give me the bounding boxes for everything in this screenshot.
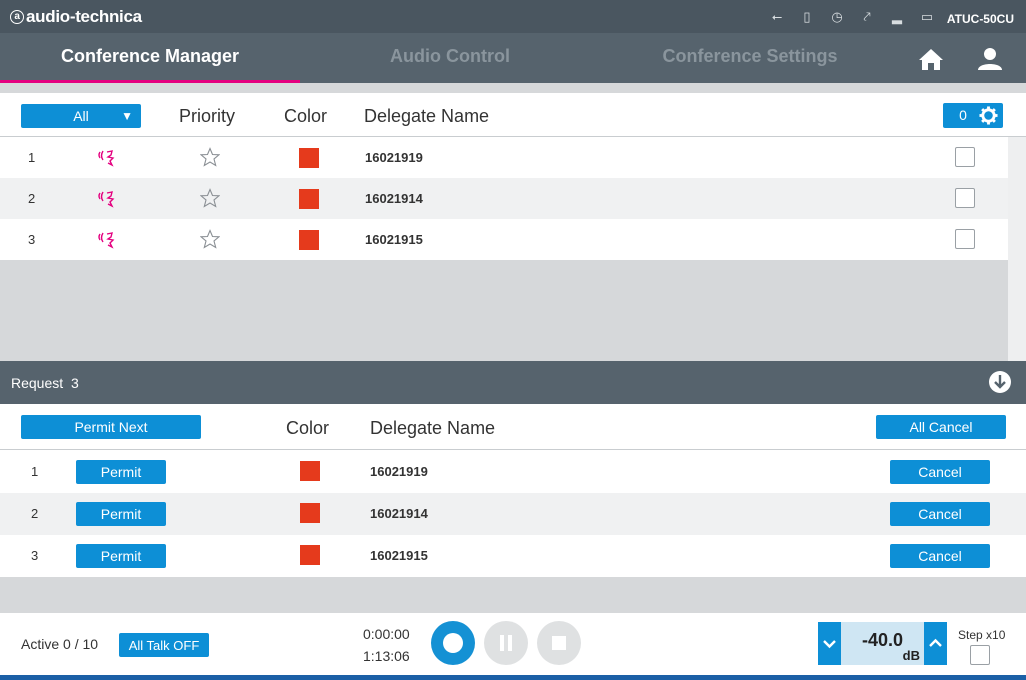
active-count: Active 0 / 10 <box>21 636 99 652</box>
delegate-color-swatch <box>299 230 319 250</box>
delegate-name: 16021919 <box>365 150 423 165</box>
audio-technica-logo-icon: a <box>10 10 24 24</box>
arrow-down-circle-icon[interactable] <box>988 370 1012 394</box>
request-color-swatch <box>300 461 320 481</box>
stop-icon <box>552 636 566 650</box>
permit-button[interactable]: Permit <box>76 544 166 568</box>
delegate-color-swatch <box>299 148 319 168</box>
signal-icon: ▂ <box>892 9 902 24</box>
elapsed-time: 0:00:00 <box>363 626 410 642</box>
request-row-number: 2 <box>31 506 39 521</box>
home-icon[interactable] <box>916 45 946 75</box>
selection-settings-button[interactable]: 0 <box>943 103 1003 128</box>
battery-icon: ▭ <box>920 9 934 24</box>
chevron-down-icon: ▼ <box>121 109 133 123</box>
chevron-up-icon <box>929 638 942 647</box>
delegate-select-checkbox[interactable] <box>955 188 975 208</box>
permit-button[interactable]: Permit <box>76 460 166 484</box>
remaining-time: 1:13:06 <box>363 648 410 664</box>
request-row-number: 1 <box>31 464 39 479</box>
delegate-list-empty-area <box>0 260 1008 361</box>
delegate-row[interactable]: 2 16021914 <box>0 178 1008 219</box>
request-color-swatch <box>300 503 320 523</box>
app-window: a audio-technica ⭠ ▯ ◷ ⤤ ▂ ▭ ATUC-50CU C… <box>0 0 1026 680</box>
talk-request-icon <box>98 150 115 167</box>
request-list-empty-area <box>0 577 1026 613</box>
pause-button[interactable] <box>484 621 528 665</box>
request-bar: Request 3 <box>0 361 1026 404</box>
color-column-header: Color <box>284 106 328 126</box>
row-number: 3 <box>28 232 36 247</box>
request-list-header: Permit Next Color Delegate Name All Canc… <box>0 404 1026 450</box>
all-talk-off-button[interactable]: All Talk OFF <box>119 633 209 657</box>
request-row: 1 Permit 16021919 Cancel <box>0 451 1026 493</box>
level-up-button[interactable] <box>924 622 947 665</box>
row-number: 1 <box>28 150 36 165</box>
talk-request-icon <box>98 232 115 249</box>
delegate-name: 16021915 <box>365 232 423 247</box>
delegate-color-swatch <box>299 189 319 209</box>
delegate-select-checkbox[interactable] <box>955 147 975 167</box>
priority-star-icon[interactable] <box>200 188 220 208</box>
gear-icon <box>979 106 998 125</box>
delegate-name: 16021914 <box>365 191 423 206</box>
request-delegate-name-column-header: Delegate Name <box>370 418 496 438</box>
delegate-name-column-header: Delegate Name <box>364 106 490 126</box>
request-delegate-name: 16021914 <box>370 506 428 521</box>
request-count: 3 <box>71 375 79 391</box>
step-x10-label: Step x10 <box>958 628 1006 642</box>
status-icons: ⭠ ▯ ◷ ⤤ ▂ ▭ <box>768 9 936 25</box>
taskbar-edge <box>0 675 1026 680</box>
chevron-down-icon <box>823 640 836 649</box>
delegate-list-header: All ▼ Priority Color Delegate Name 0 <box>0 93 1026 137</box>
device-model: ATUC-50CU <box>946 12 1014 26</box>
request-row: 3 Permit 16021915 Cancel <box>0 535 1026 577</box>
permit-next-button[interactable]: Permit Next <box>21 415 201 439</box>
record-button[interactable] <box>431 621 475 665</box>
master-level-display: -40.0 dB <box>841 622 924 665</box>
pause-icon <box>500 635 512 651</box>
request-delegate-name: 16021919 <box>370 464 428 479</box>
brand-name: audio-technica <box>26 7 142 26</box>
request-color-column-header: Color <box>286 418 330 438</box>
level-down-button[interactable] <box>818 622 841 665</box>
usb-icon: ⭠ <box>771 9 783 24</box>
tab-bar: Conference Manager Audio Control Confere… <box>0 33 1026 83</box>
filter-select-value: All <box>73 108 89 124</box>
request-label: Request <box>11 375 64 391</box>
tab-audio-control[interactable]: Audio Control <box>300 33 600 83</box>
request-row: 2 Permit 16021914 Cancel <box>0 493 1026 535</box>
brand-logo: a audio-technica <box>10 7 142 27</box>
selected-count: 0 <box>959 107 967 123</box>
antenna-icon: ⤤ <box>863 9 871 24</box>
request-color-swatch <box>300 545 320 565</box>
sd-card-icon: ▯ <box>803 9 811 24</box>
cancel-button[interactable]: Cancel <box>890 460 990 484</box>
filter-select[interactable]: All ▼ <box>21 104 141 128</box>
tab-conference-settings[interactable]: Conference Settings <box>600 33 900 83</box>
tab-conference-manager[interactable]: Conference Manager <box>0 33 300 83</box>
master-level-unit: dB <box>902 648 920 663</box>
cancel-button[interactable]: Cancel <box>890 502 990 526</box>
top-bar: a audio-technica ⭠ ▯ ◷ ⤤ ▂ ▭ ATUC-50CU <box>0 0 1026 33</box>
divider-strip <box>0 83 1026 93</box>
priority-column-header: Priority <box>179 106 236 126</box>
permit-button[interactable]: Permit <box>76 502 166 526</box>
priority-star-icon[interactable] <box>200 229 220 249</box>
clock-icon: ◷ <box>831 9 843 24</box>
delegate-row[interactable]: 3 16021915 <box>0 219 1008 260</box>
cancel-button[interactable]: Cancel <box>890 544 990 568</box>
delegate-list-scrollbar[interactable] <box>1008 137 1026 361</box>
row-number: 2 <box>28 191 36 206</box>
request-delegate-name: 16021915 <box>370 548 428 563</box>
step-x10-checkbox[interactable] <box>970 645 990 665</box>
all-cancel-button[interactable]: All Cancel <box>876 415 1006 439</box>
delegate-select-checkbox[interactable] <box>955 229 975 249</box>
delegate-row[interactable]: 1 16021919 <box>0 137 1008 178</box>
stop-button[interactable] <box>537 621 581 665</box>
request-row-number: 3 <box>31 548 39 563</box>
priority-star-icon[interactable] <box>200 147 220 167</box>
user-icon[interactable] <box>975 44 1005 74</box>
talk-request-icon <box>98 191 115 208</box>
